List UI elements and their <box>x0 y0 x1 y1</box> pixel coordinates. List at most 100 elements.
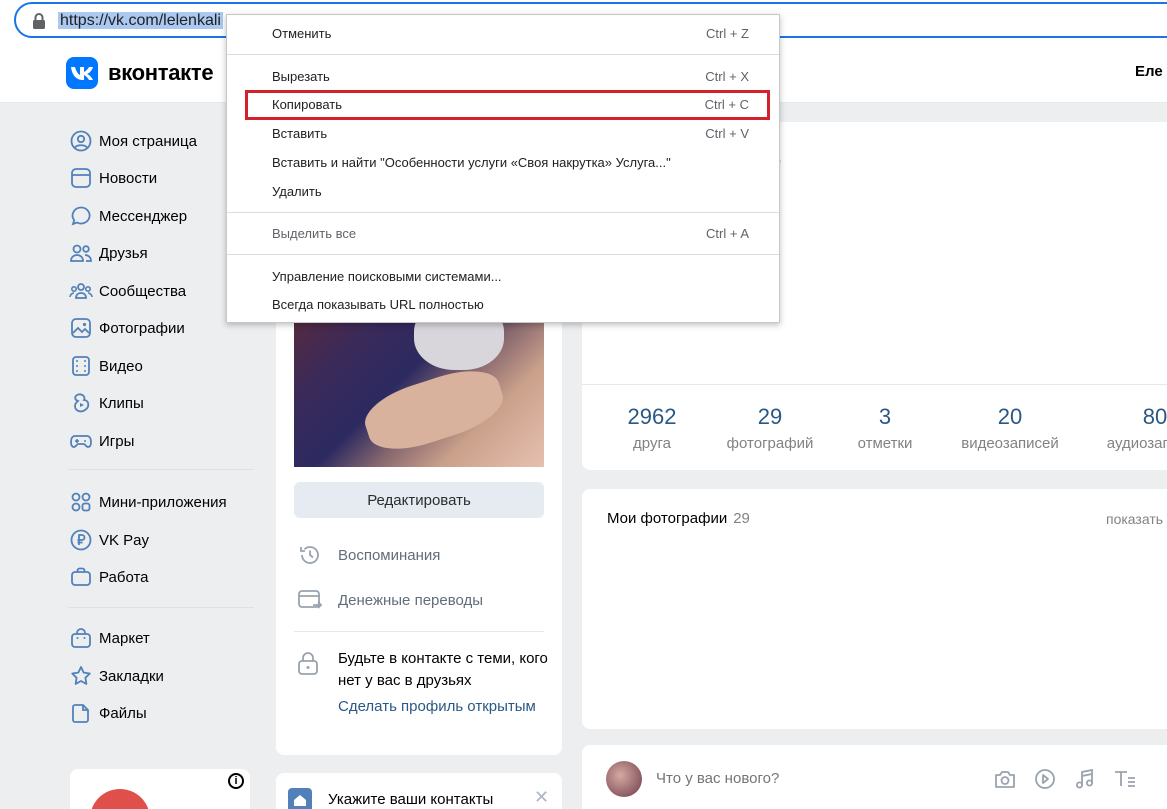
close-icon[interactable]: ✕ <box>534 787 549 808</box>
info-divider <box>582 384 1167 385</box>
lock-icon <box>33 13 45 29</box>
nav-item-work[interactable]: Работа <box>60 561 260 593</box>
nav-item-video[interactable]: Видео <box>60 350 260 382</box>
history-icon <box>296 542 324 568</box>
counter-label: аудиозаписей <box>1106 435 1167 452</box>
profile-photo[interactable] <box>294 300 544 467</box>
counter-label: фотографий <box>726 435 814 452</box>
edit-profile-button[interactable]: Редактировать <box>294 482 544 518</box>
nav-label: Видео <box>99 357 143 375</box>
video-icon <box>68 354 94 378</box>
nav-item-games[interactable]: Игры <box>60 425 260 457</box>
lock-icon <box>296 650 320 676</box>
menu-item-shortcut: Ctrl + A <box>706 226 749 241</box>
star-icon <box>68 664 94 688</box>
post-composer <box>582 745 1167 809</box>
privacy-text: Будьте в контакте с теми, кого нет у вас… <box>338 650 548 689</box>
vk-logo-icon[interactable] <box>66 57 98 89</box>
vk-wordmark[interactable]: вконтакте <box>108 60 214 86</box>
header-user-name[interactable]: Еле <box>1135 63 1163 80</box>
nav-label: Фотографии <box>99 319 185 337</box>
menu-item-label: Вырезать <box>272 69 330 84</box>
memories-link[interactable]: Воспоминания <box>296 542 440 568</box>
nav-label: Маркет <box>99 629 150 647</box>
counter-value: 29 <box>757 404 783 429</box>
menu-item-undo[interactable]: Отменить Ctrl + Z <box>227 20 779 48</box>
message-icon <box>68 204 94 228</box>
market-icon <box>68 626 94 650</box>
url-text[interactable]: https://vk.com/lelenkali <box>58 10 223 32</box>
counter-friends[interactable]: 2962 друга <box>622 404 682 452</box>
photo-icon <box>68 316 94 340</box>
contacts-prompt: Укажите ваши контакты <box>328 791 494 808</box>
nav-item-clips[interactable]: Клипы <box>60 387 260 419</box>
url-selection: https://vk.com/lelenkali <box>58 12 223 29</box>
money-transfers-link[interactable]: Денежные переводы <box>296 587 483 613</box>
menu-item-label: Удалить <box>272 184 322 199</box>
music-icon[interactable] <box>1072 767 1098 791</box>
nav-item-vk-pay[interactable]: VK Pay <box>60 524 260 556</box>
photos-count: 29 <box>733 510 750 527</box>
menu-item-paste[interactable]: Вставить Ctrl + V <box>227 120 779 148</box>
photos-card: Мои фотографии 29 показать <box>582 489 1167 729</box>
friends-icon <box>68 241 94 265</box>
nav-label: Файлы <box>99 704 147 722</box>
ad-widget[interactable]: i <box>70 769 250 809</box>
nav-item-files[interactable]: Файлы <box>60 697 260 729</box>
post-input[interactable] <box>656 765 956 791</box>
counter-tags[interactable]: 3 отметки <box>850 404 920 452</box>
nav-item-bookmarks[interactable]: Закладки <box>60 660 260 692</box>
apps-icon <box>68 490 94 514</box>
menu-item-select-all[interactable]: Выделить все Ctrl + A <box>227 220 779 248</box>
counter-label: видеозаписей <box>961 435 1059 452</box>
menu-divider <box>227 212 779 213</box>
clips-icon <box>68 391 94 415</box>
menu-item-label: Отменить <box>272 26 332 41</box>
vkpay-icon <box>68 528 94 552</box>
file-icon <box>68 701 94 725</box>
menu-item-cut[interactable]: Вырезать Ctrl + X <box>227 63 779 91</box>
menu-item-show-full-url[interactable]: Всегда показывать URL полностью <box>227 291 779 319</box>
counter-value: 20 <box>997 404 1023 429</box>
menu-item-paste-and-search[interactable]: Вставить и найти "Особенности услуги «Св… <box>227 149 779 177</box>
menu-item-label: Управление поисковыми системами... <box>272 269 502 284</box>
nav-item-market[interactable]: Маркет <box>60 622 260 654</box>
counter-label: друга <box>633 435 671 452</box>
nav-label: Клипы <box>99 394 144 412</box>
photo-detail <box>358 359 510 461</box>
counter-audios[interactable]: 80 аудиозаписей <box>1100 404 1167 452</box>
menu-item-manage-search-engines[interactable]: Управление поисковыми системами... <box>227 263 779 291</box>
nav-label: Игры <box>99 432 135 450</box>
menu-item-label: Вставить <box>272 126 328 141</box>
menu-item-delete[interactable]: Удалить <box>227 178 779 206</box>
photos-header[interactable]: Мои фотографии 29 <box>607 510 750 527</box>
show-all-link[interactable]: показать <box>1106 511 1163 527</box>
contacts-card[interactable]: Укажите ваши контакты ✕ <box>276 773 562 809</box>
home-icon <box>288 788 312 809</box>
nav-label: Друзья <box>99 244 148 262</box>
video-play-icon[interactable] <box>1032 767 1058 791</box>
communities-icon <box>68 279 94 303</box>
counter-value: 80 <box>1142 404 1167 429</box>
nav-divider <box>68 469 254 470</box>
newsfeed-icon <box>68 166 94 190</box>
nav-label: Мессенджер <box>99 207 188 225</box>
counter-videos[interactable]: 20 видеозаписей <box>952 404 1068 452</box>
camera-icon[interactable] <box>992 767 1018 791</box>
make-profile-public-link[interactable]: Сделать профиль открытым <box>338 696 538 718</box>
menu-item-label: Всегда показывать URL полностью <box>272 297 484 312</box>
menu-item-label: Выделить все <box>272 226 357 241</box>
counter-photos[interactable]: 29 фотографий <box>720 404 820 452</box>
photos-title: Мои фотографии <box>607 510 728 527</box>
transfer-icon <box>296 587 324 613</box>
nav-label: Моя страница <box>99 132 197 150</box>
counter-label: отметки <box>857 435 913 452</box>
profile-divider <box>294 631 544 632</box>
text-format-icon[interactable] <box>1112 767 1138 791</box>
nav-divider <box>68 607 254 608</box>
info-icon[interactable]: i <box>228 773 244 789</box>
copy-highlight-box <box>245 90 770 120</box>
nav-item-mini-apps[interactable]: Мини-приложения <box>60 486 260 518</box>
avatar[interactable] <box>606 761 642 797</box>
memories-label: Воспоминания <box>338 546 441 564</box>
